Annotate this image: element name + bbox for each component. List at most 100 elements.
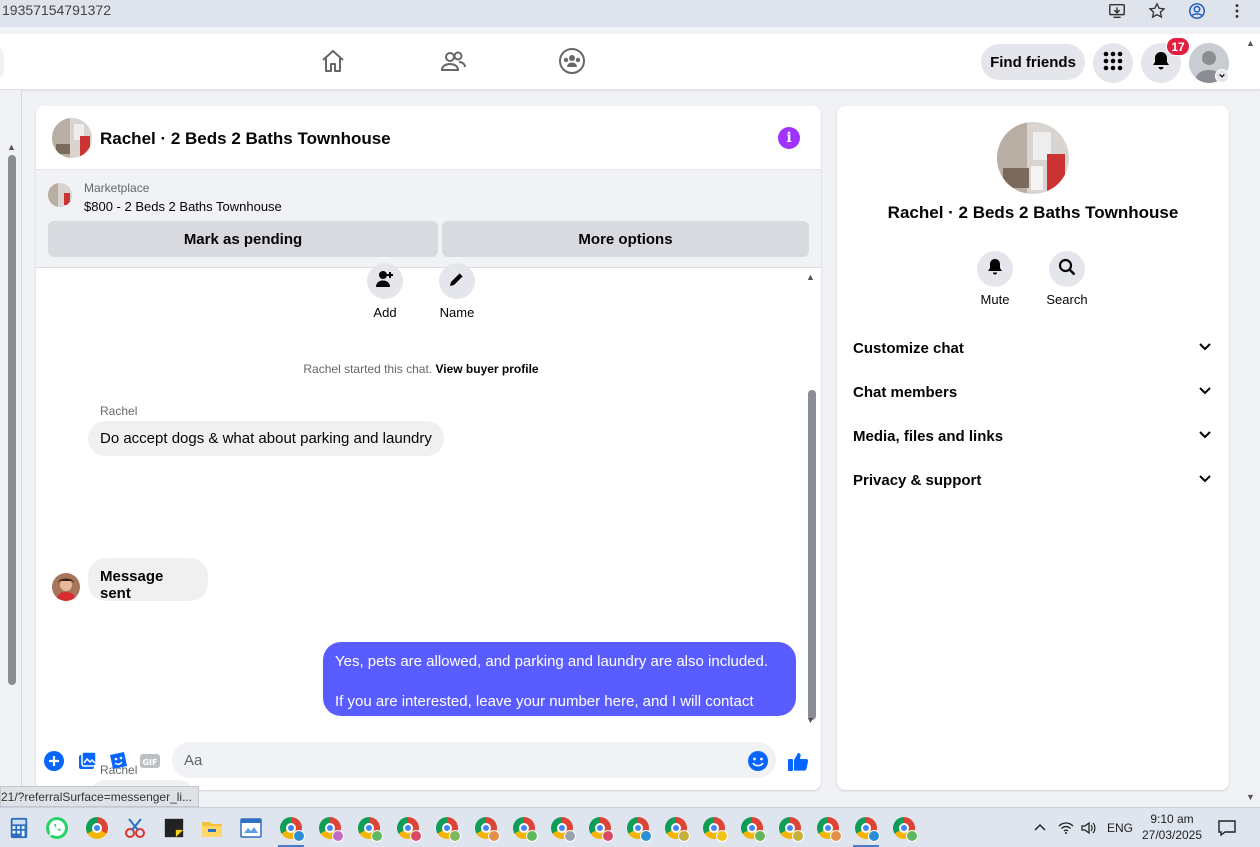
scroll-down-icon[interactable]: ▼ [806,715,815,725]
scrollbar-thumb[interactable] [808,390,816,720]
chrome-profile-window-icon[interactable] [279,816,305,842]
section-label: Media, files and links [853,427,1004,445]
windows-taskbar: ENG 9:10 am 27/03/2025 [0,807,1260,847]
svg-text:GIF: GIF [142,758,157,767]
sender-name: Rachel [100,404,138,418]
snipping-tool-icon[interactable] [123,816,147,840]
chrome-profile-window-icon[interactable] [740,816,766,842]
pencil-icon [447,269,467,294]
find-friends-button[interactable]: Find friends [981,44,1085,80]
message-scrollbar[interactable]: ▲ ▼ [806,272,818,728]
incoming-message[interactable]: Do accept dogs & what about parking and … [88,421,444,456]
volume-icon[interactable] [1080,808,1096,847]
facebook-header: Find friends 17 [0,34,1260,90]
listing-thumbnail[interactable] [52,118,92,158]
marketplace-banner: Marketplace $800 - 2 Beds 2 Baths Townho… [36,170,821,268]
scrollbar-thumb[interactable] [8,155,16,685]
chrome-profile-window-icon[interactable] [588,816,614,842]
chrome-icon[interactable] [85,816,109,840]
status-url-tooltip: 21/?referralSurface=messenger_li... [0,786,200,807]
chrome-profile-window-icon[interactable] [702,816,728,842]
chevron-down-icon [1197,382,1213,402]
message-list: Add Name Rachel started this chat. View … [36,263,821,790]
chrome-profile-window-icon[interactable] [396,816,422,842]
search-action[interactable]: Search [1037,251,1097,307]
chevron-down-icon [1197,426,1213,446]
file-explorer-icon[interactable] [200,816,224,840]
image-viewer-icon[interactable] [239,816,263,840]
gif-icon[interactable]: GIF [139,750,161,772]
listing-title[interactable]: $800 - 2 Beds 2 Baths Townhouse [84,199,282,214]
emoji-icon[interactable] [747,750,769,772]
media-files-links-section[interactable]: Media, files and links [853,416,1213,456]
browser-profile-icon[interactable] [1188,2,1206,20]
page-scroll-down-icon[interactable]: ▼ [1246,792,1255,802]
info-icon[interactable]: i [778,127,800,149]
message-input[interactable]: Aa [172,742,776,778]
browser-menu-icon[interactable] [1228,2,1246,20]
show-hidden-icons-chevron-icon[interactable] [1033,808,1047,847]
section-label: Chat members [853,383,958,401]
address-url[interactable]: 19357154791372 [2,2,111,18]
chat-info-panel: Rachel · 2 Beds 2 Baths Townhouse Mute S… [837,106,1229,790]
view-buyer-profile-link[interactable]: View buyer profile [435,362,538,376]
home-icon[interactable] [316,46,350,76]
chrome-profile-window-icon[interactable] [474,816,500,842]
chrome-profile-window-icon[interactable] [550,816,576,842]
rachel-avatar[interactable] [52,573,80,601]
section-label: Privacy & support [853,471,982,489]
photo-icon[interactable] [76,750,98,772]
bookmark-star-icon[interactable] [1148,2,1166,20]
plus-icon[interactable] [43,750,65,772]
groups-icon[interactable] [555,46,589,76]
started-text: Rachel started this chat. [303,362,433,376]
chrome-profile-window-icon[interactable] [626,816,652,842]
privacy-support-section[interactable]: Privacy & support [853,460,1213,500]
search-icon [1057,257,1077,282]
sticker-icon[interactable] [107,750,129,772]
chrome-profile-window-icon[interactable] [318,816,344,842]
account-chevron-icon[interactable] [1215,69,1229,83]
listing-image[interactable] [997,122,1069,194]
calculator-icon[interactable] [7,816,31,840]
sticky-notes-icon[interactable] [162,816,186,840]
scroll-up-icon[interactable]: ▲ [806,272,815,282]
clock-date: 27/03/2025 [1141,828,1203,842]
outgoing-message[interactable]: Yes, pets are allowed, and parking and l… [323,642,796,730]
scroll-up-icon[interactable]: ▲ [7,142,16,152]
chrome-profile-window-icon[interactable] [892,816,918,842]
chat-title[interactable]: Rachel · 2 Beds 2 Baths Townhouse [100,129,391,149]
page-scroll-up-icon[interactable]: ▲ [1246,38,1255,48]
install-app-icon[interactable] [1108,2,1126,20]
mark-as-pending-button[interactable]: Mark as pending [48,221,438,257]
more-options-button[interactable]: More options [442,221,809,257]
taskbar-clock[interactable]: 9:10 am 27/03/2025 [1139,811,1205,843]
incoming-message[interactable]: Message sent [88,558,208,602]
friends-icon[interactable] [436,46,470,76]
chrome-profile-window-icon[interactable] [816,816,842,842]
wifi-icon[interactable] [1058,808,1074,847]
chat-started-notice: Rachel started this chat. View buyer pro… [36,362,806,376]
notification-center-icon[interactable] [1217,808,1237,847]
chrome-profile-window-icon[interactable] [854,816,880,842]
marketplace-label: Marketplace [84,181,150,195]
name-action[interactable]: Name [427,263,487,320]
marketplace-thumbnail [48,183,72,207]
chrome-profile-window-icon[interactable] [357,816,383,842]
chat-members-section[interactable]: Chat members [853,372,1213,412]
language-indicator[interactable]: ENG [1107,808,1133,847]
customize-chat-section[interactable]: Customize chat [853,328,1213,368]
chrome-profile-window-icon[interactable] [778,816,804,842]
whatsapp-icon[interactable] [45,816,69,840]
search-stub[interactable] [0,46,4,80]
add-action[interactable]: Add [355,263,415,320]
chrome-profile-window-icon[interactable] [512,816,538,842]
mute-label: Mute [980,292,1010,307]
add-person-icon [375,269,395,294]
chrome-profile-window-icon[interactable] [435,816,461,842]
chrome-profile-window-icon[interactable] [664,816,690,842]
mute-action[interactable]: Mute [965,251,1025,307]
menu-grid-button[interactable] [1093,43,1133,83]
left-panel-scrollbar[interactable]: ▲ [0,90,22,807]
thumbs-up-icon[interactable] [787,750,809,772]
